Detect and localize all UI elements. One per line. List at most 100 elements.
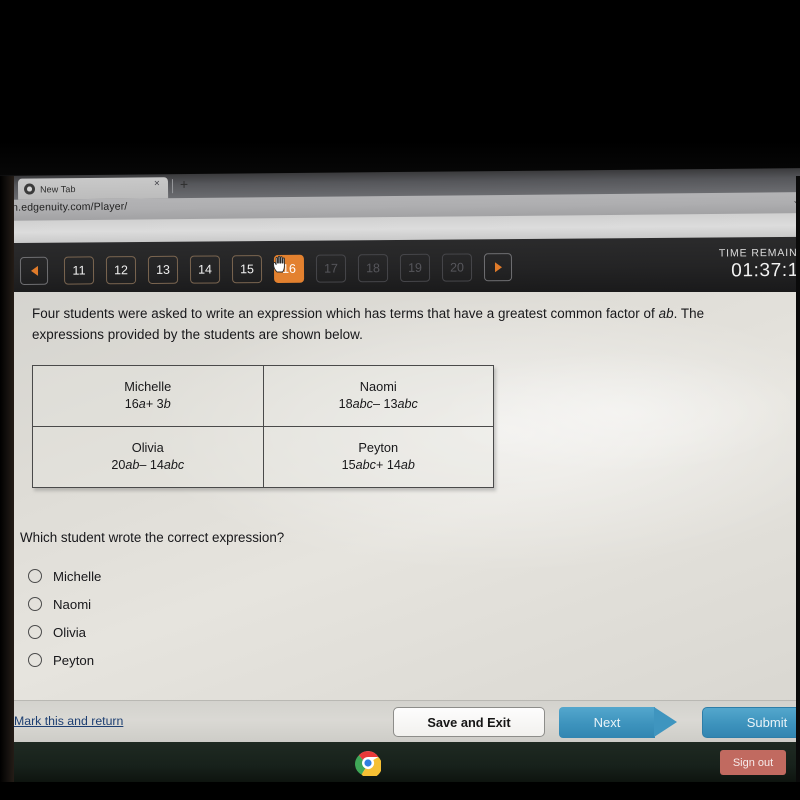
student-expression: 15abc+ 14ab [270,457,488,475]
question-tab-label: 12 [114,263,129,278]
question-tab-15[interactable]: 15 [231,255,263,284]
question-tab-14[interactable]: 14 [189,255,221,284]
question-tab-label: 13 [155,262,171,277]
answer-options: Michelle Naomi Olivia Peyton [22,562,322,674]
sign-out-button[interactable]: Sign out [720,750,786,775]
question-tab-18: 18 [357,254,389,283]
save-and-exit-button[interactable]: Save and Exit [393,707,545,737]
question-nav-bar: 11 12 13 14 15 16 17 18 19 20 TIME REMAI… [0,236,800,300]
tab-close-icon[interactable]: × [154,178,160,189]
radio-button-icon[interactable] [28,597,42,611]
question-tab-20: 20 [441,253,473,282]
new-tab-icon[interactable]: + [180,176,188,192]
answer-option-michelle[interactable]: Michelle [22,562,322,590]
question-tab-label: 19 [407,260,423,275]
expr-var1: abc [355,458,376,473]
table-row: Olivia 20ab– 14abc Peyton 15abc+ 14ab [32,426,494,488]
question-tab-16-active[interactable]: 16 [273,254,305,283]
answer-option-peyton[interactable]: Peyton [22,646,322,674]
nav-next-button[interactable] [483,253,513,282]
question-tab-12[interactable]: 12 [105,256,137,285]
answer-option-olivia[interactable]: Olivia [22,618,322,646]
timer-value: 01:37:13 [731,259,800,282]
question-tab-label: 18 [365,261,381,276]
expr-var2: abc [397,397,418,412]
student-expression: 20ab– 14abc [39,457,257,475]
question-tab-17: 17 [315,254,347,283]
next-button-label: Next [559,707,655,738]
student-expressions-table: Michelle 16a+ 3b Naomi 18abc– 13abc Oliv… [32,365,494,488]
student-name: Michelle [124,378,172,394]
question-tab-19: 19 [399,253,431,282]
question-tab-label: 16 [281,261,297,276]
question-tab-label: 17 [323,261,339,276]
address-bar-url: learn.edgenuity.com/Player/ [0,200,128,214]
expr-var2: ab [400,458,415,473]
question-stem-part1: Four students were asked to write an exp… [32,306,659,321]
question-stem-variable: ab [658,306,674,321]
timer-label: TIME REMAININ [718,246,800,260]
expr-operator: + [145,397,157,412]
nav-prev-button[interactable] [19,256,49,285]
table-row: Michelle 16a+ 3b Naomi 18abc– 13abc [32,365,494,427]
expr-coef1: 15 [341,458,356,473]
question-content-area: Four students were asked to write an exp… [10,292,800,704]
expr-coef2: 13 [383,397,398,412]
question-prompt: Which student wrote the correct expressi… [20,530,285,545]
student-name: Olivia [131,439,164,455]
screen-photo: × New Tab × + learn.edgenuity.com/Player… [0,0,800,800]
expr-operator: – [139,458,150,473]
question-stem: Four students were asked to write an exp… [32,304,772,345]
student-name: Naomi [359,378,397,394]
expr-var1: ab [125,458,140,473]
screen-bezel-left [0,176,14,800]
expr-coef1: 16 [124,397,139,412]
radio-button-icon[interactable] [28,625,42,639]
answer-option-label: Michelle [53,568,102,584]
student-name: Peyton [358,439,399,455]
expr-var2: abc [163,458,185,473]
answer-option-naomi[interactable]: Naomi [22,590,322,618]
arrow-right-icon [654,707,677,737]
screen-bezel-bottom [0,782,800,800]
student-expression: 18abc– 13abc [270,396,488,414]
table-cell-peyton: Peyton 15abc+ 14ab [262,426,494,488]
answer-option-label: Olivia [53,624,86,640]
browser-tab[interactable]: New Tab [17,177,169,200]
screen-bezel-right [796,176,800,800]
table-cell-olivia: Olivia 20ab– 14abc [32,426,264,488]
expr-coef2: 14 [386,458,401,473]
tab-favicon-icon [23,183,36,195]
radio-button-icon[interactable] [28,569,42,583]
radio-button-icon[interactable] [28,653,42,667]
expr-var2: b [163,397,171,412]
timer: TIME REMAININ 01:37:13 [719,247,800,283]
browser-tab-title: New Tab [39,183,76,194]
question-tab-label: 14 [197,262,213,277]
question-tab-13[interactable]: 13 [147,255,179,284]
question-footer-bar: Mark this and return Save and Exit Next … [10,700,800,743]
table-cell-michelle: Michelle 16a+ 3b [32,365,264,427]
answer-option-label: Naomi [53,596,92,612]
question-tab-label: 11 [72,263,86,278]
triangle-right-icon [494,262,502,273]
expr-var1: abc [352,397,373,412]
os-taskbar: Sign out [10,742,800,782]
expr-coef2: 14 [149,458,164,473]
triangle-left-icon [30,265,38,276]
question-tab-label: 20 [449,260,465,275]
expr-coef1: 18 [338,397,353,412]
mark-this-and-return-link[interactable]: Mark this and return [14,714,123,728]
expr-coef2: 3 [156,397,164,412]
screen-bezel-top [0,0,800,176]
question-tab-11[interactable]: 11 [63,256,95,285]
submit-button[interactable]: Submit [702,707,800,738]
chrome-icon[interactable] [355,750,381,776]
next-button[interactable]: Next [559,707,677,738]
expr-operator: – [372,397,384,412]
expr-operator: + [375,458,387,473]
expr-var1: a [138,397,146,412]
answer-option-label: Peyton [53,652,95,668]
student-expression: 16a+ 3b [39,396,257,414]
tab-divider [171,179,174,194]
